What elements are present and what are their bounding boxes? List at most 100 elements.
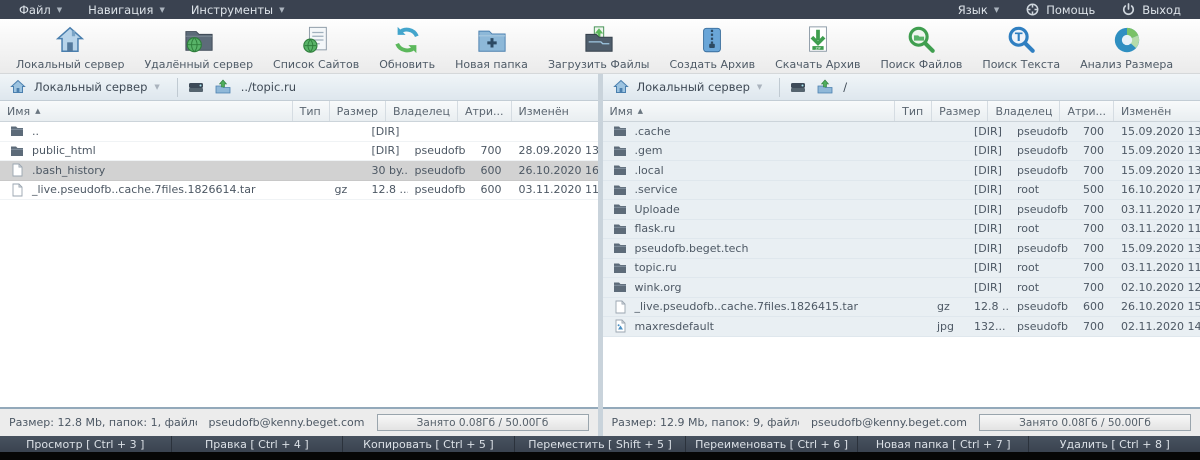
cell-attrs: 600 (474, 164, 512, 177)
cell-modified: 02.10.2020 12:25... (1114, 281, 1200, 294)
column-header-size[interactable]: Размер (330, 101, 386, 121)
cell-modified: 03.11.2020 17:04... (1114, 203, 1200, 216)
toolbar-button-remote-server[interactable]: Удалённый сервер (134, 22, 263, 73)
drive-icon[interactable] (789, 78, 807, 96)
column-header-attrs[interactable]: Атри... (458, 101, 512, 121)
toolbar-button-download-archive[interactable]: ZIPСкачать Архив (765, 22, 870, 73)
file-row[interactable]: .service[DIR]root50016.10.2020 17:04... (603, 181, 1200, 201)
column-header-type[interactable]: Тип (895, 101, 932, 121)
chevron-down-icon: ▼ (994, 6, 999, 14)
menu-item-выход[interactable]: Выход (1108, 0, 1194, 19)
toolbar-button-size-analysis[interactable]: Анализ Размера (1070, 22, 1183, 73)
cell-owner: pseudofb (408, 144, 474, 157)
menu-bar: Файл▼Навигация▼Инструменты▼ Язык▼ПомощьВ… (0, 0, 1200, 19)
action-button-6[interactable]: Новая папка [ Ctrl + 7 ] (858, 436, 1030, 452)
file-name: wink.org (635, 281, 682, 294)
folder-icon (612, 240, 628, 256)
file-icon (9, 182, 25, 198)
menu-item-язык[interactable]: Язык▼ (945, 0, 1013, 19)
cell-attrs: 600 (1076, 300, 1114, 313)
file-row[interactable]: Uploade[DIR]pseudofb70003.11.2020 17:04.… (603, 200, 1200, 220)
file-name: .gem (635, 144, 663, 157)
server-selector[interactable]: Локальный сервер ▼ (612, 78, 771, 96)
root-folder-icon[interactable] (816, 78, 834, 96)
cell-name: flask.ru (603, 221, 931, 237)
cell-size: [DIR] (967, 144, 1010, 157)
right-path-bar: Локальный сервер ▼ / (603, 74, 1200, 101)
file-name: _live.pseudofb..cache.7files.1826415.tar (635, 300, 859, 313)
cell-name: .gem (603, 143, 931, 159)
cell-modified: 03.11.2020 11:46... (1114, 261, 1200, 274)
file-row[interactable]: .cache[DIR]pseudofb70015.09.2020 13:33..… (603, 122, 1200, 142)
file-row[interactable]: .bash_history30 by...pseudofb60026.10.20… (0, 161, 598, 181)
menu-item-файл[interactable]: Файл▼ (6, 0, 75, 19)
create-archive-icon (696, 24, 728, 56)
cell-attrs: 700 (1076, 320, 1114, 333)
toolbar-button-new-folder[interactable]: Новая папка (445, 22, 538, 73)
server-selector[interactable]: Локальный сервер ▼ (9, 78, 168, 96)
action-button-2[interactable]: Правка [ Ctrl + 4 ] (172, 436, 344, 452)
menu-item-label: Выход (1142, 3, 1181, 17)
file-row[interactable]: ..[DIR] (0, 122, 598, 142)
file-manager-window: Файл▼Навигация▼Инструменты▼ Язык▼ПомощьВ… (0, 0, 1200, 460)
right-file-list: .cache[DIR]pseudofb70015.09.2020 13:33..… (603, 122, 1200, 407)
toolbar-button-refresh[interactable]: Обновить (369, 22, 445, 73)
toolbar-button-label: Поиск Текста (982, 58, 1060, 71)
file-name: .. (32, 125, 39, 138)
action-button-4[interactable]: Переместить [ Shift + 5 ] (515, 436, 687, 452)
toolbar-button-local-server[interactable]: Локальный сервер (6, 22, 134, 73)
file-row[interactable]: pseudofb.beget.tech[DIR]pseudofb70015.09… (603, 239, 1200, 259)
column-header-name[interactable]: Имя▲ (0, 101, 293, 121)
cell-size: [DIR] (967, 183, 1010, 196)
cell-modified: 15.09.2020 13:12... (1114, 144, 1200, 157)
right-status-bar: Размер: 12.9 Mb, папок: 9, файлов: 2 pse… (603, 407, 1200, 436)
folder-icon (612, 201, 628, 217)
file-row[interactable]: .local[DIR]pseudofb70015.09.2020 13:12..… (603, 161, 1200, 181)
cell-attrs: 700 (1076, 144, 1114, 157)
column-header-size[interactable]: Размер (932, 101, 988, 121)
file-row[interactable]: wink.org[DIR]root70002.10.2020 12:25... (603, 278, 1200, 298)
column-header-owner[interactable]: Владелец (386, 101, 458, 121)
file-row[interactable]: topic.ru[DIR]root70003.11.2020 11:46... (603, 259, 1200, 279)
cell-size: 12.8 ... (967, 300, 1010, 313)
toolbar: Локальный серверУдалённый серверСписок С… (0, 19, 1200, 74)
menu-item-label: Навигация (88, 3, 153, 17)
cell-size: [DIR] (365, 144, 408, 157)
toolbar-button-create-archive[interactable]: Создать Архив (659, 22, 765, 73)
file-row[interactable]: public_html[DIR]pseudofb70028.09.2020 13… (0, 142, 598, 162)
search-files-icon (905, 24, 937, 56)
action-button-7[interactable]: Удалить [ Ctrl + 8 ] (1029, 436, 1200, 452)
column-header-attrs[interactable]: Атри... (1060, 101, 1114, 121)
action-button-5[interactable]: Переименовать [ Ctrl + 6 ] (686, 436, 858, 452)
search-text-icon: T (1005, 24, 1037, 56)
toolbar-button-label: Новая папка (455, 58, 528, 71)
toolbar-button-upload-files[interactable]: Загрузить Файлы (538, 22, 660, 73)
cell-size: [DIR] (967, 281, 1010, 294)
toolbar-button-search-text[interactable]: T Поиск Текста (972, 22, 1070, 73)
file-row[interactable]: _live.pseudofb..cache.7files.1826614.tar… (0, 181, 598, 201)
drive-icon[interactable] (187, 78, 205, 96)
menu-item-навигация[interactable]: Навигация▼ (75, 0, 178, 19)
action-button-3[interactable]: Копировать [ Ctrl + 5 ] (343, 436, 515, 452)
file-row[interactable]: .gem[DIR]pseudofb70015.09.2020 13:12... (603, 142, 1200, 162)
sort-ascending-icon: ▲ (638, 107, 643, 115)
column-header-owner[interactable]: Владелец (988, 101, 1060, 121)
menu-item-инструменты[interactable]: Инструменты▼ (178, 0, 298, 19)
column-header-label: Атри... (1067, 105, 1106, 118)
toolbar-button-site-list[interactable]: Список Сайтов (263, 22, 369, 73)
column-header-modified[interactable]: Изменён (1114, 101, 1200, 121)
chevron-down-icon: ▼ (279, 6, 284, 14)
local-server-icon (54, 24, 86, 56)
root-folder-icon[interactable] (214, 78, 232, 96)
file-row[interactable]: maxresdefaultjpg132...pseudofb70002.11.2… (603, 317, 1200, 337)
column-header-modified[interactable]: Изменён (512, 101, 598, 121)
action-button-1[interactable]: Просмотр [ Ctrl + 3 ] (0, 436, 172, 452)
menu-item-помощь[interactable]: Помощь (1012, 0, 1108, 19)
cell-name: pseudofb.beget.tech (603, 240, 931, 256)
toolbar-button-search-files[interactable]: Поиск Файлов (870, 22, 972, 73)
file-row[interactable]: flask.ru[DIR]root70003.11.2020 11:21... (603, 220, 1200, 240)
column-header-type[interactable]: Тип (293, 101, 330, 121)
quota-meter: Занято 0.08Гб / 50.00Гб (979, 414, 1191, 431)
file-row[interactable]: _live.pseudofb..cache.7files.1826415.tar… (603, 298, 1200, 318)
column-header-name[interactable]: Имя▲ (603, 101, 896, 121)
